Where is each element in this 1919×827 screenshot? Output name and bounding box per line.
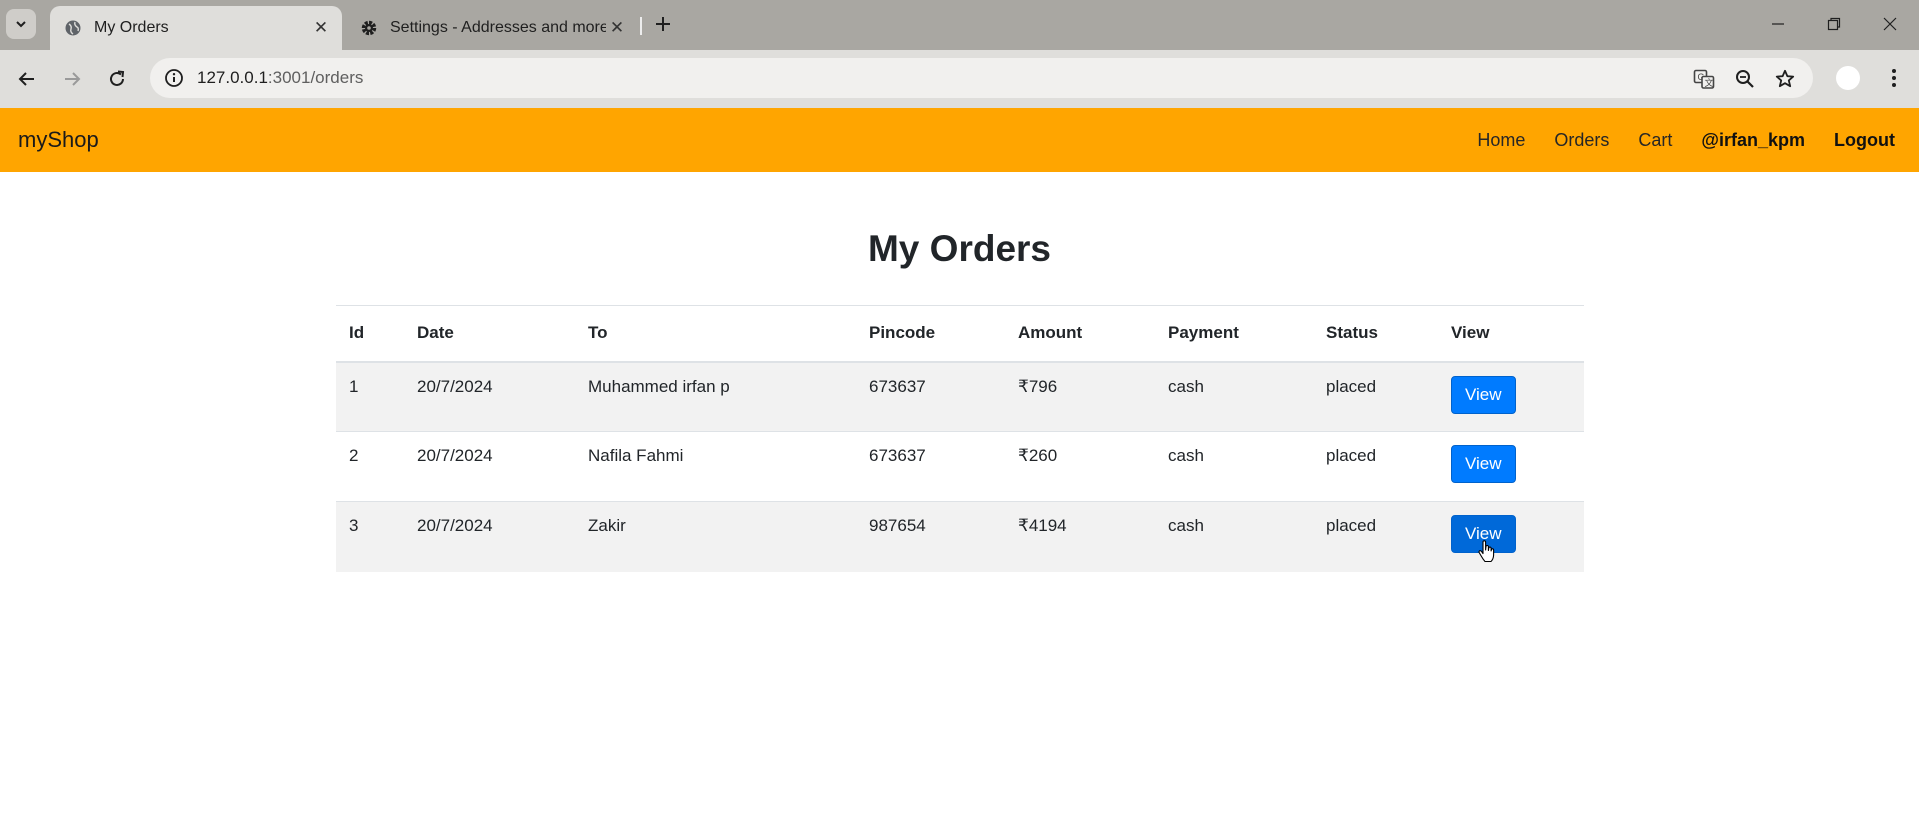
cell-view: View — [1438, 361, 1584, 432]
table-header-row: Id Date To Pincode Amount Payment Status… — [336, 305, 1584, 363]
nav-links: Home Orders Cart @irfan_kpm Logout — [1448, 108, 1895, 172]
reload-button[interactable] — [100, 62, 134, 96]
column-header-amount: Amount — [1005, 305, 1155, 363]
tab-settings[interactable]: Settings - Addresses and more ✕ — [346, 6, 638, 50]
brand-logo[interactable]: myShop — [18, 127, 99, 153]
gear-icon — [360, 19, 378, 37]
globe-icon — [64, 19, 82, 37]
restore-button[interactable] — [1812, 8, 1856, 40]
cell-id: 2 — [336, 431, 404, 502]
bookmark-star-icon[interactable] — [1772, 66, 1798, 92]
column-header-pincode: Pincode — [856, 305, 1005, 363]
cell-amount: ₹4194 — [1005, 501, 1155, 572]
window-close-button[interactable] — [1868, 8, 1912, 40]
cell-status: placed — [1313, 361, 1438, 432]
address-bar[interactable]: 127.0.0.1:3001/orders G文 — [150, 58, 1813, 98]
back-button[interactable] — [10, 62, 44, 96]
orders-table: Id Date To Pincode Amount Payment Status… — [336, 305, 1584, 572]
tab-title: My Orders — [94, 19, 169, 36]
url-text[interactable]: 127.0.0.1:3001/orders — [197, 68, 363, 88]
browser-menu-button[interactable] — [1880, 63, 1908, 93]
cell-amount: ₹260 — [1005, 431, 1155, 502]
arrow-left-icon — [18, 72, 34, 86]
column-header-id: Id — [336, 305, 404, 363]
cell-payment: cash — [1155, 431, 1313, 502]
cell-pincode: 673637 — [856, 431, 1005, 502]
cell-to: Zakir — [575, 501, 856, 572]
zoom-icon[interactable] — [1732, 66, 1758, 92]
browser-toolbar: 127.0.0.1:3001/orders G文 — [0, 50, 1919, 108]
cell-id: 1 — [336, 361, 404, 432]
close-icon — [1883, 17, 1897, 31]
cell-status: placed — [1313, 431, 1438, 502]
cell-to: Muhammed irfan p — [575, 361, 856, 432]
profile-avatar[interactable] — [1836, 66, 1860, 90]
tab-search-button[interactable] — [6, 9, 36, 39]
table-row: 2 20/7/2024 Nafila Fahmi 673637 ₹260 cas… — [336, 431, 1584, 502]
restore-icon — [1827, 17, 1841, 31]
view-order-button[interactable]: View — [1451, 445, 1516, 483]
site-info-icon[interactable] — [162, 66, 186, 90]
column-header-status: Status — [1313, 305, 1438, 363]
cell-view: View — [1438, 431, 1584, 502]
cell-date: 20/7/2024 — [404, 501, 575, 572]
cell-date: 20/7/2024 — [404, 361, 575, 432]
cell-pincode: 987654 — [856, 501, 1005, 572]
reload-icon — [110, 70, 125, 86]
table-row: 1 20/7/2024 Muhammed irfan p 673637 ₹796… — [336, 361, 1584, 432]
cell-pincode: 673637 — [856, 361, 1005, 432]
cell-payment: cash — [1155, 361, 1313, 432]
url-host: 127.0.0.1 — [197, 68, 268, 87]
cell-status: placed — [1313, 501, 1438, 572]
arrow-right-icon — [65, 72, 81, 86]
cell-to: Nafila Fahmi — [575, 431, 856, 502]
cell-amount: ₹796 — [1005, 361, 1155, 432]
minimize-button[interactable] — [1756, 8, 1800, 40]
nav-link-cart[interactable]: Cart — [1638, 130, 1672, 151]
browser-tabstrip: My Orders ✕ Settings - Addresses and mor… — [0, 0, 1919, 50]
column-header-date: Date — [404, 305, 575, 363]
plus-icon — [656, 17, 670, 31]
column-header-view: View — [1438, 305, 1584, 363]
page-title: My Orders — [867, 228, 1051, 269]
chevron-down-icon — [16, 21, 26, 28]
close-icon[interactable]: ✕ — [606, 17, 628, 39]
nav-link-home[interactable]: Home — [1477, 130, 1525, 151]
tab-title: Settings - Addresses and more — [390, 19, 606, 36]
translate-icon[interactable]: G文 — [1691, 66, 1717, 92]
hand-pointer-icon — [1478, 540, 1495, 563]
table-row: 3 20/7/2024 Zakir 987654 ₹4194 cash plac… — [336, 501, 1584, 572]
cell-id: 3 — [336, 501, 404, 572]
nav-link-logout[interactable]: Logout — [1834, 130, 1895, 151]
column-header-to: To — [575, 305, 856, 363]
cell-date: 20/7/2024 — [404, 431, 575, 502]
svg-text:文: 文 — [1705, 77, 1714, 88]
url-path: :3001/orders — [267, 68, 364, 87]
nav-link-user[interactable]: @irfan_kpm — [1701, 130, 1805, 151]
more-vertical-icon — [1892, 69, 1896, 87]
close-icon[interactable]: ✕ — [310, 17, 332, 39]
tab-separator — [640, 17, 642, 35]
cell-payment: cash — [1155, 501, 1313, 572]
forward-button[interactable] — [55, 62, 89, 96]
minimize-icon — [1772, 23, 1784, 25]
cell-view: View — [1438, 501, 1584, 572]
site-navbar: myShop Home Orders Cart @irfan_kpm Logou… — [0, 108, 1919, 172]
view-order-button[interactable]: View — [1451, 375, 1516, 414]
column-header-payment: Payment — [1155, 305, 1313, 363]
tab-my-orders[interactable]: My Orders ✕ — [50, 6, 342, 50]
new-tab-button[interactable] — [650, 11, 676, 37]
nav-link-orders[interactable]: Orders — [1554, 130, 1609, 151]
